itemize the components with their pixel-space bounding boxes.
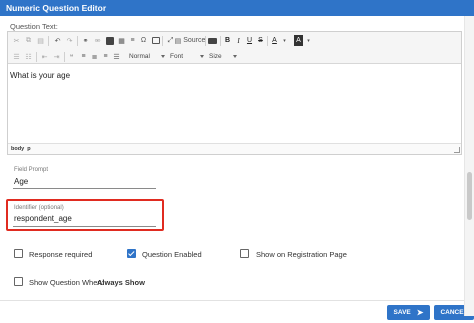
format-select-value: Normal <box>129 53 150 60</box>
size-select[interactable]: Size <box>209 51 239 62</box>
redo-icon[interactable]: ↷ <box>64 35 75 46</box>
toolbar-separator <box>162 36 163 46</box>
toolbar-separator <box>77 36 78 46</box>
align-center-icon[interactable]: ≣ <box>89 51 100 62</box>
scrollbar-thumb[interactable] <box>467 172 472 220</box>
iframe-icon[interactable] <box>150 35 161 46</box>
chevron-down-icon <box>161 55 165 58</box>
editor-toolbar: ✂ ⧉ ▤ ↶ ↷ ⚭ ⚮ ▦ ≡ Ω ⤢ ▤ Source B I U S A… <box>8 32 461 64</box>
identifier-input[interactable]: respondent_age <box>14 214 72 223</box>
form-icon[interactable] <box>207 35 218 46</box>
dialog-footer: SAVE ➤ CANCEL <box>0 300 474 323</box>
special-char-icon[interactable]: Ω <box>138 35 149 46</box>
indent-icon[interactable]: ⇥ <box>51 51 62 62</box>
rich-text-editor[interactable]: ✂ ⧉ ▤ ↶ ↷ ⚭ ⚮ ▦ ≡ Ω ⤢ ▤ Source B I U S A… <box>7 31 462 155</box>
path-body[interactable]: body <box>11 146 24 152</box>
align-justify-icon[interactable]: ☰ <box>111 51 122 62</box>
field-prompt-label: Field Prompt <box>14 167 49 173</box>
editor-statusbar: body p <box>8 143 461 154</box>
outdent-icon[interactable]: ⇤ <box>39 51 50 62</box>
save-button[interactable]: SAVE ➤ <box>387 305 430 320</box>
response-required-checkbox[interactable] <box>14 249 23 258</box>
identifier-underline <box>13 226 156 227</box>
format-select[interactable]: Normal <box>129 51 167 62</box>
toolbar-separator <box>64 52 65 62</box>
cut-icon[interactable]: ✂ <box>11 35 22 46</box>
resize-handle[interactable] <box>454 147 460 153</box>
source-label: Source <box>183 37 206 44</box>
window-title: Numeric Question Editor <box>6 3 107 13</box>
save-label: SAVE <box>393 309 411 316</box>
unlink-icon[interactable]: ⚮ <box>92 35 103 46</box>
show-question-when-value[interactable]: Always Show <box>97 278 145 287</box>
toolbar-separator <box>267 36 268 46</box>
font-select-value: Font <box>170 53 184 60</box>
chevron-down-icon[interactable]: ▾ <box>279 35 290 46</box>
toolbar-separator <box>205 36 206 46</box>
source-button[interactable]: ▤ Source <box>174 35 206 46</box>
source-icon: ▤ <box>174 37 182 45</box>
copy-icon[interactable]: ⧉ <box>23 35 34 46</box>
image-icon[interactable] <box>104 35 115 46</box>
align-right-icon[interactable]: ≡ <box>100 51 111 62</box>
send-icon: ➤ <box>416 308 424 317</box>
numbered-list-icon[interactable]: ☰ <box>11 51 22 62</box>
question-enabled-checkbox[interactable] <box>127 249 136 258</box>
path-p[interactable]: p <box>27 146 30 152</box>
title-bar: Numeric Question Editor <box>0 0 474 16</box>
response-required-label: Response required <box>29 250 93 259</box>
background-color-button[interactable]: A <box>294 35 303 46</box>
show-question-when-checkbox[interactable] <box>14 277 23 286</box>
question-text-label: Question Text: <box>10 22 58 31</box>
font-select[interactable]: Font <box>170 51 206 62</box>
field-prompt-input[interactable]: Age <box>14 177 28 186</box>
chevron-down-icon[interactable]: ▾ <box>303 35 314 46</box>
blockquote-icon[interactable]: ❝ <box>66 51 77 62</box>
link-icon[interactable]: ⚭ <box>80 35 91 46</box>
show-question-when-label: Show Question When: <box>29 278 104 287</box>
show-on-registration-label: Show on Registration Page <box>256 250 347 259</box>
field-prompt-underline <box>13 188 156 189</box>
toolbar-separator <box>220 36 221 46</box>
align-left-icon[interactable]: ≡ <box>78 51 89 62</box>
show-on-registration-checkbox[interactable] <box>240 249 249 258</box>
chevron-down-icon <box>233 55 237 58</box>
undo-icon[interactable]: ↶ <box>52 35 63 46</box>
toolbar-separator <box>36 52 37 62</box>
page-scrollbar[interactable] <box>464 16 474 316</box>
underline-button[interactable]: U <box>244 35 255 46</box>
paste-icon[interactable]: ▤ <box>35 35 46 46</box>
editor-content[interactable]: What is your age <box>8 65 461 143</box>
strikethrough-button[interactable]: S <box>255 35 266 46</box>
chevron-down-icon <box>200 55 204 58</box>
table-icon[interactable]: ▦ <box>116 35 127 46</box>
italic-button[interactable]: I <box>233 35 244 46</box>
toolbar-separator <box>48 36 49 46</box>
identifier-label: Identifier (optional) <box>14 205 64 211</box>
question-enabled-label: Question Enabled <box>142 250 202 259</box>
bulleted-list-icon[interactable]: ☷ <box>23 51 34 62</box>
bold-button[interactable]: B <box>222 35 233 46</box>
size-select-value: Size <box>209 53 222 60</box>
element-path[interactable]: body p <box>11 146 31 152</box>
horizontal-rule-icon[interactable]: ≡ <box>127 35 138 46</box>
